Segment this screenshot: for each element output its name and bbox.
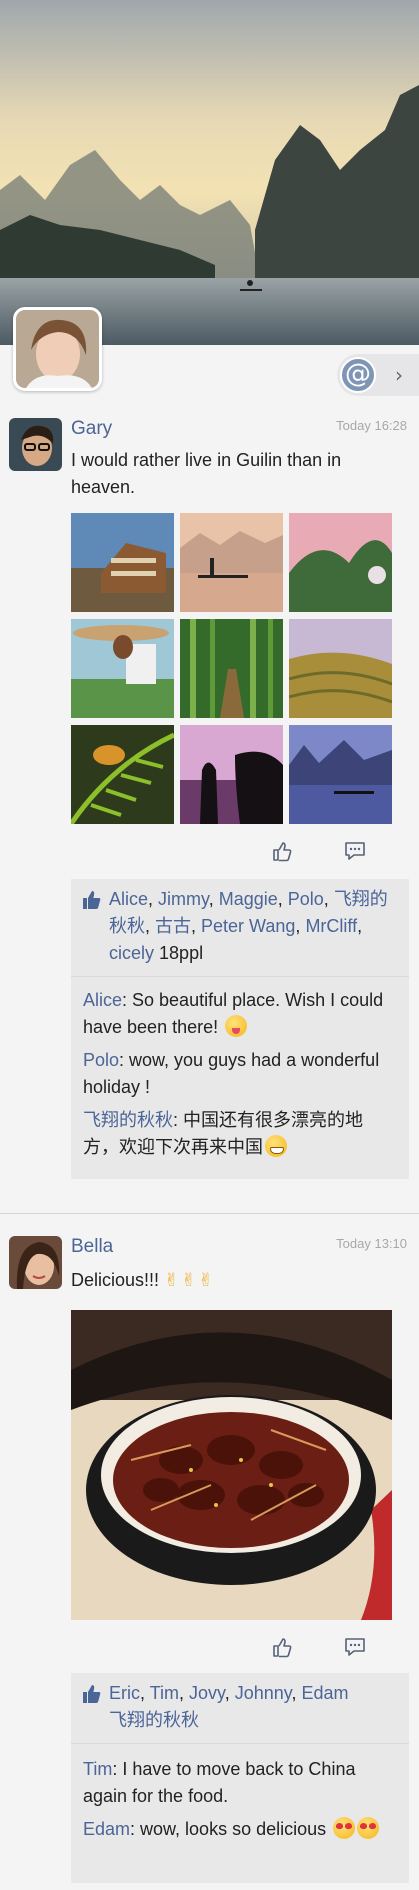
author-avatar[interactable] — [9, 1236, 62, 1289]
like-icon[interactable] — [271, 1636, 293, 1658]
liker-name[interactable]: Jovy — [189, 1683, 225, 1703]
profile-avatar[interactable] — [13, 307, 102, 391]
comment-author[interactable]: 飞翔的秋秋 — [83, 1110, 173, 1130]
comment: Alice: So beautiful place. Wish I could … — [71, 987, 409, 1041]
like-icon[interactable] — [271, 840, 293, 862]
likes-count: 18ppl — [159, 943, 204, 963]
post-timestamp: Today 16:28 — [336, 418, 407, 433]
comment-text: : I have to move back to China again for… — [83, 1759, 356, 1806]
thumbs-up-icon — [83, 891, 101, 909]
comment: Edam: wow, looks so delicious — [71, 1816, 409, 1843]
chevron-right-icon: › — [395, 363, 403, 387]
comment: Tim: I have to move back to China again … — [71, 1756, 409, 1810]
post-timestamp: Today 13:10 — [336, 1236, 407, 1251]
post-text: I would rather live in Guilin than in he… — [71, 450, 342, 497]
comment-author[interactable]: Tim — [83, 1759, 112, 1779]
liker-name[interactable]: Polo — [288, 889, 324, 909]
at-icon: @ — [340, 357, 376, 393]
photo-thumbnail[interactable] — [71, 619, 174, 718]
post-text: Delicious!!! ✌✌✌ — [71, 1267, 406, 1294]
liker-name[interactable]: Eric — [109, 1683, 140, 1703]
liker-name[interactable]: cicely — [109, 943, 154, 963]
liker-name[interactable]: Jimmy — [158, 889, 209, 909]
liker-name[interactable]: Peter Wang — [201, 916, 295, 936]
liker-name[interactable]: Alice — [109, 889, 148, 909]
author-name[interactable]: Bella — [71, 1236, 113, 1258]
post-photo[interactable] — [71, 1310, 392, 1620]
photo-thumbnail[interactable] — [180, 725, 283, 824]
likes-list: Eric, Tim, Jovy, Johnny, Edam 飞翔的秋秋 — [71, 1673, 409, 1744]
liker-name[interactable]: 古古 — [155, 916, 191, 936]
liker-name[interactable]: Tim — [150, 1683, 179, 1703]
comment: Polo: wow, you guys had a wonderful holi… — [71, 1047, 409, 1101]
photo-thumbnail[interactable] — [289, 513, 392, 612]
photo-thumbnail[interactable] — [180, 619, 283, 718]
victory-hand-icon: ✌✌✌ — [164, 1270, 216, 1290]
photo-thumbnail[interactable] — [289, 725, 392, 824]
comment-author[interactable]: Polo — [83, 1050, 119, 1070]
comment-icon[interactable] — [344, 840, 366, 862]
liker-name[interactable]: Edam — [301, 1683, 348, 1703]
liker-name[interactable]: 飞翔的秋秋 — [109, 1710, 199, 1730]
liker-name[interactable]: Maggie — [219, 889, 278, 909]
comment-author[interactable]: Alice — [83, 990, 122, 1010]
comment-text: : wow, you guys had a wonderful holiday … — [83, 1050, 380, 1097]
liker-name[interactable]: Johnny — [235, 1683, 292, 1703]
heart-eyes-emoji-icon — [357, 1817, 380, 1839]
photo-thumbnail[interactable] — [71, 725, 174, 824]
author-avatar[interactable] — [9, 418, 62, 471]
photo-thumbnail[interactable] — [289, 619, 392, 718]
post-divider — [0, 1213, 419, 1214]
heart-eyes-emoji-icon — [333, 1817, 356, 1839]
post-text-content: Delicious!!! — [71, 1270, 160, 1290]
liker-name[interactable]: MrCliff — [305, 916, 357, 936]
feedback-box: Eric, Tim, Jovy, Johnny, Edam 飞翔的秋秋 Tim:… — [71, 1673, 409, 1883]
likes-list: Alice, Jimmy, Maggie, Polo, 飞翔的秋秋, 古古, P… — [71, 879, 409, 977]
comment-icon[interactable] — [344, 1636, 366, 1658]
mentions-button[interactable]: @ › — [337, 354, 419, 396]
author-name[interactable]: Gary — [71, 418, 112, 440]
photo-grid — [71, 513, 392, 824]
tongue-emoji-icon — [225, 1015, 248, 1037]
cover-photo — [0, 0, 419, 345]
photo-thumbnail[interactable] — [71, 513, 174, 612]
thumbs-up-icon — [83, 1685, 101, 1703]
comment-author[interactable]: Edam — [83, 1819, 130, 1839]
comment: 飞翔的秋秋: 中国还有很多漂亮的地方，欢迎下次再来中国 — [71, 1107, 409, 1161]
photo-thumbnail[interactable] — [180, 513, 283, 612]
comment-text: : wow, looks so delicious — [130, 1819, 327, 1839]
feedback-box: Alice, Jimmy, Maggie, Polo, 飞翔的秋秋, 古古, P… — [71, 879, 409, 1179]
grin-emoji-icon — [265, 1135, 287, 1157]
